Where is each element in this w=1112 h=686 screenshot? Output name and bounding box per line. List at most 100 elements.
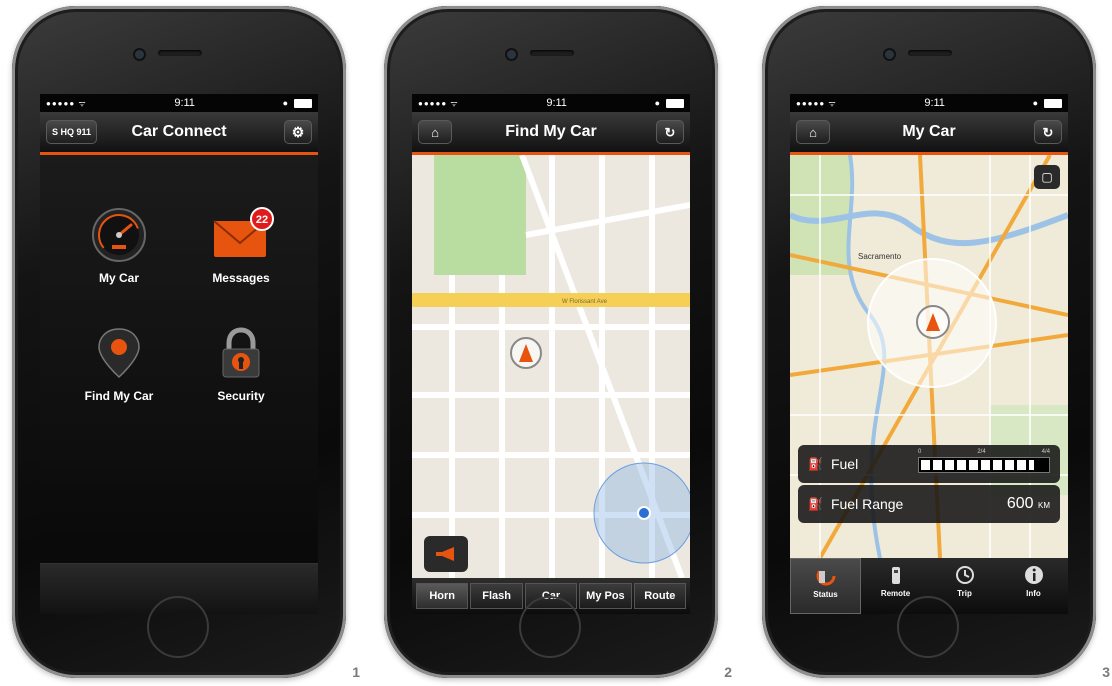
earpiece-speaker <box>530 50 574 56</box>
status-bar: ●●●●● ᯤ 9:11 ● <box>40 94 318 112</box>
refresh-button[interactable]: ↻ <box>1034 120 1062 144</box>
fuel-label: Fuel <box>830 456 859 472</box>
fuel-pump-icon: ⛽ <box>808 457 823 471</box>
home-icon: ⌂ <box>809 124 817 140</box>
remote-icon <box>891 567 900 584</box>
tile-label: Messages <box>212 271 270 285</box>
horn-icon <box>436 547 454 561</box>
car-arrow-icon <box>519 344 533 362</box>
street-map[interactable]: W Florissant Ave <box>412 155 690 578</box>
map-pin-icon <box>98 328 140 379</box>
fuel-range-value: 600 <box>1006 495 1034 512</box>
route-button[interactable]: Route <box>633 583 687 609</box>
signal-indicator: ●●●●● ᯤ <box>418 98 459 108</box>
flash-button[interactable]: Flash <box>470 583 523 609</box>
find-my-car-screen: ●●●●● ᯤ 9:11 ● ⌂ Find My Car ↻ W Floriss… <box>412 94 690 614</box>
fuel-panel: ⛽ Fuel 0 2/4 4/4 <box>798 445 1060 483</box>
fuel-range-panel: ⛽ Fuel Range 600 KM <box>798 485 1060 523</box>
tab-label: Remote <box>880 589 911 598</box>
tile-label: My Car <box>98 271 139 285</box>
my-pos-button[interactable]: My Pos <box>579 583 632 609</box>
tab-label: Trip <box>957 589 972 598</box>
tile-security[interactable]: Security <box>186 325 296 403</box>
speedometer-icon <box>92 208 146 262</box>
status-bar: ●●●●● ᯤ 9:11 ● <box>790 94 1068 112</box>
page-title: My Car <box>902 123 956 140</box>
expand-icon: ▢ <box>1041 170 1053 184</box>
info-icon <box>1024 566 1043 584</box>
tile-messages[interactable]: 22 Messages <box>186 207 296 285</box>
car-arrow-icon <box>926 313 940 331</box>
gear-icon: ⚙ <box>291 124 305 140</box>
tab-label: Info <box>1026 589 1041 598</box>
fuel-bar-fill <box>921 460 1035 470</box>
car-location-marker[interactable] <box>916 305 950 339</box>
refresh-icon: ↻ <box>664 124 676 140</box>
panel-number: 3 <box>1102 664 1110 680</box>
horn-badge[interactable] <box>424 536 468 572</box>
horn-button[interactable]: Horn <box>416 583 469 609</box>
city-map[interactable]: Sacramento ▢ ⛽ Fuel 0 2/4 4/4 ⛽ Fuel Ran… <box>790 155 1068 558</box>
home-button[interactable] <box>147 596 209 658</box>
fuel-scale-mid: 2/4 <box>977 449 986 455</box>
earpiece-speaker <box>908 50 952 56</box>
nav-bar: ⌂ My Car ↻ <box>790 112 1068 155</box>
status-time: 9:11 <box>174 97 195 109</box>
fuel-gauge: 0 2/4 4/4 <box>918 449 1050 473</box>
fuel-scale-max: 4/4 <box>1041 449 1050 455</box>
tab-info[interactable]: Info <box>999 558 1068 614</box>
settings-button[interactable]: ⚙ <box>284 120 312 144</box>
page-title: Find My Car <box>505 123 597 140</box>
battery-icon: ● <box>1033 98 1062 108</box>
nav-bar: ⌂ Find My Car ↻ <box>412 112 690 155</box>
street-label: W Florissant Ave <box>562 299 608 305</box>
city-label: Sacramento <box>858 252 902 261</box>
home-nav-button[interactable]: ⌂ <box>796 120 830 144</box>
signal-indicator: ●●●●● ᯤ <box>46 98 87 108</box>
plate-button[interactable]: S HQ 911 <box>46 120 98 144</box>
refresh-icon: ↻ <box>1042 124 1054 140</box>
car-connect-screen: ●●●●● ᯤ 9:11 ● S HQ 911 Car Connect ⚙ My… <box>40 94 318 614</box>
fullscreen-button[interactable]: ▢ <box>1034 165 1060 189</box>
battery-icon: ● <box>655 98 684 108</box>
home-grid: My Car 22 Messages Find My Car Security <box>40 155 318 614</box>
nav-bar: S HQ 911 Car Connect ⚙ <box>40 112 318 155</box>
status-bar: ●●●●● ᯤ 9:11 ● <box>412 94 690 112</box>
padlock-icon <box>222 327 260 378</box>
phone-2: ●●●●● ᯤ 9:11 ● ⌂ Find My Car ↻ W Floriss… <box>384 6 732 680</box>
status-icon <box>816 566 835 586</box>
home-icon: ⌂ <box>431 124 439 140</box>
home-button[interactable] <box>897 596 959 658</box>
tab-status[interactable]: Status <box>790 558 861 614</box>
fuel-range-label: Fuel Range <box>830 496 904 512</box>
fuel-bar-track <box>918 457 1050 473</box>
trip-icon <box>955 566 974 584</box>
front-camera <box>507 50 516 59</box>
panel-number: 1 <box>352 664 360 680</box>
fuel-pump-icon: ⛽ <box>808 497 823 511</box>
front-camera <box>885 50 894 59</box>
panel-number: 2 <box>724 664 732 680</box>
battery-icon: ● <box>283 98 312 108</box>
envelope-icon: 22 <box>213 207 274 257</box>
car-location-marker[interactable] <box>510 337 542 369</box>
signal-indicator: ●●●●● ᯤ <box>796 98 837 108</box>
home-nav-button[interactable]: ⌂ <box>418 120 452 144</box>
status-time: 9:11 <box>924 97 945 109</box>
refresh-button[interactable]: ↻ <box>656 120 684 144</box>
page-title: Car Connect <box>131 123 227 140</box>
fuel-range-unit: KM <box>1038 501 1050 510</box>
home-button[interactable] <box>519 596 581 658</box>
front-camera <box>135 50 144 59</box>
tile-find-my-car[interactable]: Find My Car <box>64 325 174 403</box>
tile-label: Find My Car <box>84 389 154 403</box>
earpiece-speaker <box>158 50 202 56</box>
my-car-screen: ●●●●● ᯤ 9:11 ● ⌂ My Car ↻ Sacramento ▢ ⛽… <box>790 94 1068 614</box>
phone-1: ●●●●● ᯤ 9:11 ● S HQ 911 Car Connect ⚙ My… <box>12 6 360 680</box>
tab-label: Status <box>813 590 838 599</box>
tile-label: Security <box>217 389 265 403</box>
tile-my-car[interactable]: My Car <box>64 207 174 285</box>
status-time: 9:11 <box>546 97 567 109</box>
phone-3: ●●●●● ᯤ 9:11 ● ⌂ My Car ↻ Sacramento ▢ ⛽… <box>762 6 1110 680</box>
messages-badge: 22 <box>256 214 268 226</box>
